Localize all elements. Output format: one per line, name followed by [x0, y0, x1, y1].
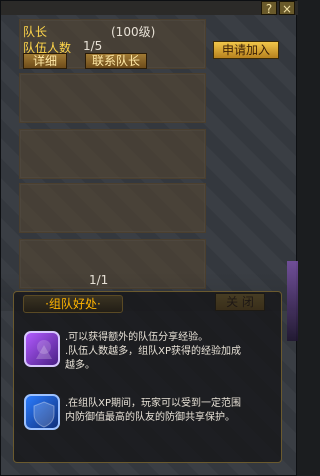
- team-slot-3[interactable]: [19, 129, 206, 179]
- page-indicator: 1/1: [89, 273, 109, 287]
- leader-label: 队长: [23, 25, 48, 39]
- team-slot-2[interactable]: [19, 73, 206, 123]
- close-window-button[interactable]: ×: [279, 1, 295, 16]
- shield-icon: [24, 394, 60, 430]
- team-window: ? × 队长 (100级) 队伍人数 1/5 详细 联系队长 申请加入 1/1 …: [0, 0, 298, 476]
- benefit-text-2: .在组队XP期间，玩家可以受到一定范围内防御值最高的队友的防御共享保护。: [65, 398, 242, 423]
- help-button[interactable]: ?: [261, 1, 277, 16]
- window-topbar: [1, 1, 298, 15]
- team-slot-4[interactable]: [19, 183, 206, 233]
- benefits-panel: [13, 291, 282, 463]
- leader-level: (100级): [111, 25, 156, 39]
- benefits-title: ·组队好处·: [23, 295, 123, 313]
- contact-leader-button[interactable]: 联系队长: [85, 53, 147, 69]
- benefit-text-1: .可以获得额外的队伍分享经验。 .队伍人数越多，组队XP获得的经验加成越多。: [65, 332, 242, 371]
- details-button[interactable]: 详细: [23, 53, 67, 69]
- exp-bonus-icon: [24, 331, 60, 367]
- background-decor: [287, 261, 298, 341]
- apply-join-button[interactable]: 申请加入: [213, 41, 279, 59]
- members-value: 1/5: [83, 39, 103, 53]
